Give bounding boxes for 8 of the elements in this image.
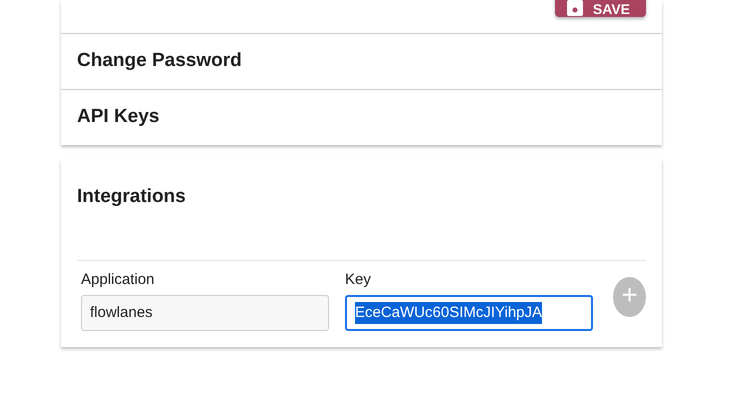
accordion-header[interactable]: Change Password [61,33,662,89]
section-title: Integrations [77,185,187,209]
accordion-header[interactable]: API Keys [61,89,662,145]
input-field[interactable]: EceCaWUc60SIMcJIYihpJA [345,295,593,331]
save-button[interactable]: SAVE [554,0,646,17]
input-field[interactable]: flowlanes [81,295,329,331]
column-label: Key [345,270,372,290]
column-label: Application [81,270,156,290]
